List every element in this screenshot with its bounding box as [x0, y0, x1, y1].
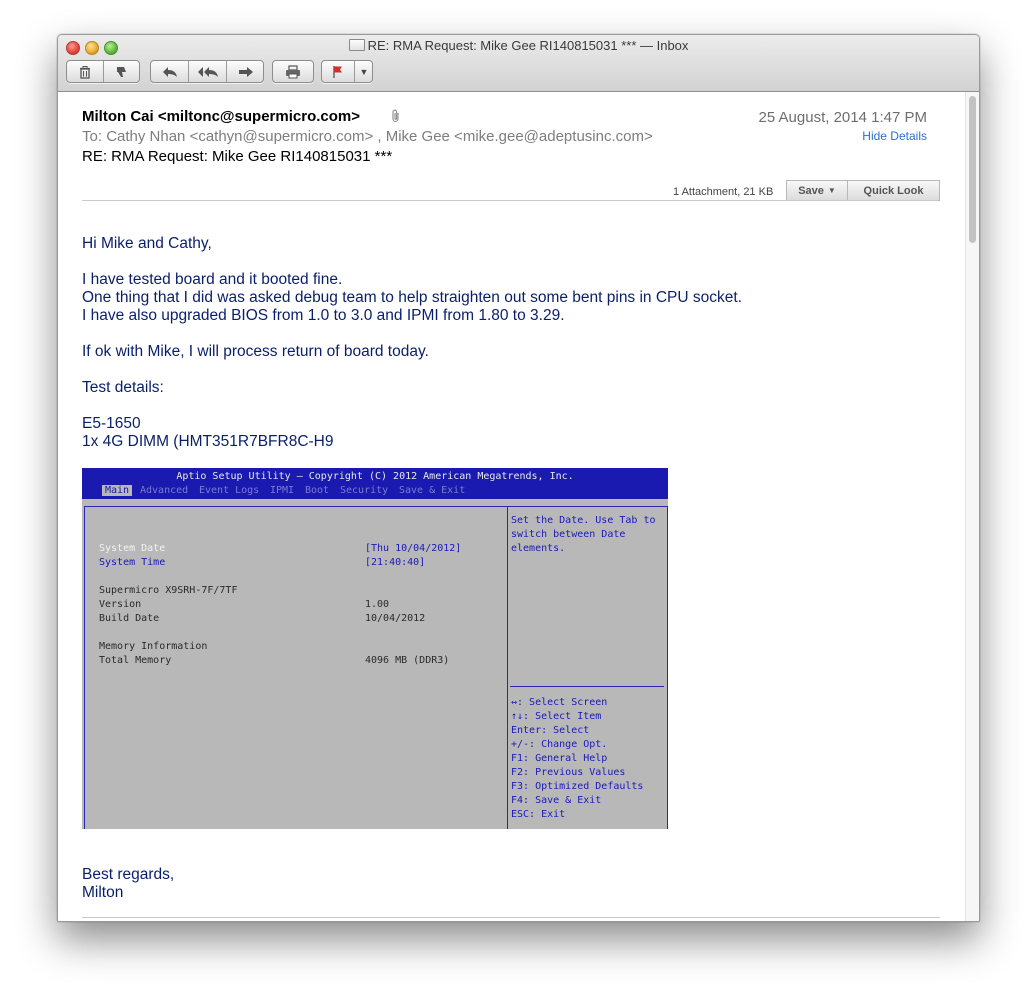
bios-build-date-label: Build Date: [99, 613, 160, 624]
bios-key-hint: F3: Optimized Defaults: [511, 781, 644, 792]
reply-all-button[interactable]: [188, 61, 227, 82]
chevron-down-icon: ▼: [359, 66, 369, 77]
attachment-info: 1 Attachment, 21 KB: [673, 186, 774, 198]
bios-system-time-value: [21:40:40]: [365, 557, 426, 568]
paperclip-icon: [391, 109, 401, 126]
hide-details-link[interactable]: Hide Details: [862, 129, 927, 143]
bios-key-hint: F2: Previous Values: [511, 767, 626, 778]
flag-menu-button[interactable]: ▼: [354, 61, 373, 82]
closing-line-2: Milton: [82, 884, 124, 901]
title-bar: RE: RMA Request: Mike Gee RI140815031 **…: [58, 35, 979, 92]
message-end-divider: [82, 917, 940, 918]
thumbs-down-icon: [117, 66, 126, 77]
delete-junk-group: [66, 60, 140, 83]
bios-key-hint: ESC: Exit: [511, 809, 566, 820]
printer-icon: [286, 64, 300, 78]
bios-menu-security: Security: [340, 485, 389, 496]
body-line-6: E5-1650: [82, 415, 141, 432]
body-line-5: Test details:: [82, 379, 164, 396]
body-line-1: I have tested board and it booted fine.: [82, 271, 343, 288]
bios-menu-ipmi: IPMI: [270, 485, 295, 496]
body-line-2: One thing that I did was asked debug tea…: [82, 289, 742, 306]
header-divider: [82, 200, 938, 201]
mail-window: RE: RMA Request: Mike Gee RI140815031 **…: [57, 34, 980, 922]
junk-button[interactable]: [103, 61, 140, 82]
bios-system-date-label: System Date: [99, 543, 166, 554]
reply-all-icon: [198, 66, 218, 77]
forward-icon: [238, 66, 253, 77]
bios-memory-info: Memory Information: [99, 641, 208, 652]
bios-menu-event-logs: Event Logs: [199, 485, 260, 496]
print-button-inner: [273, 61, 313, 82]
bios-screenshot: Aptio Setup Utility – Copyright (C) 2012…: [82, 468, 668, 829]
bios-help-line: switch between Date: [511, 529, 626, 540]
bios-key-hint: F1: General Help: [511, 753, 608, 764]
envelope-icon: [348, 39, 365, 51]
body-line-3: I have also upgraded BIOS from 1.0 to 3.…: [82, 307, 565, 324]
bios-help-divider: [510, 686, 664, 687]
quick-look-label: Quick Look: [863, 184, 924, 197]
closing-line-1: Best regards,: [82, 866, 175, 883]
bios-help-line: Set the Date. Use Tab to: [511, 515, 656, 526]
bios-key-hint: ↔: Select Screen: [511, 697, 608, 708]
message-subject: RE: RMA Request: Mike Gee RI140815031 **…: [82, 148, 393, 165]
reply-icon: [162, 66, 177, 77]
bios-menu-boot: Boot: [305, 485, 330, 496]
body-line-7: 1x 4G DIMM (HMT351R7BFR8C-H9: [82, 433, 334, 450]
bios-key-hint: Enter: Select: [511, 725, 590, 736]
save-label: Save: [798, 184, 824, 197]
bios-help-line: elements.: [511, 543, 566, 554]
chevron-down-icon: ▼: [827, 186, 836, 195]
bios-divider: [507, 506, 508, 829]
bios-menu-main: Main: [102, 485, 133, 496]
bios-key-hint: +/-: Change Opt.: [511, 739, 608, 750]
flag-icon: [333, 65, 342, 78]
bios-title: Aptio Setup Utility – Copyright (C) 2012…: [176, 471, 574, 482]
window-title: RE: RMA Request: Mike Gee RI140815031 **…: [367, 38, 689, 53]
message-view: Milton Cai <miltonc@supermicro.com> 25 A…: [58, 92, 966, 921]
flag-group: ▼: [321, 60, 373, 83]
bios-key-hint: F4: Save & Exit: [511, 795, 602, 806]
bios-key-hint: ↑↓: Select Item: [511, 711, 602, 722]
bios-board-name: Supermicro X9SRH-7F/7TF: [99, 585, 238, 596]
bios-version-value: 1.00: [365, 599, 390, 610]
reply-button[interactable]: [151, 61, 188, 82]
sender: Milton Cai <miltonc@supermicro.com>: [82, 108, 361, 125]
reply-group: [150, 60, 264, 83]
trash-icon: [80, 65, 90, 79]
forward-button[interactable]: [226, 61, 264, 82]
scroll-thumb[interactable]: [969, 96, 976, 243]
body-line-4: If ok with Mike, I will process return o…: [82, 343, 429, 360]
greeting: Hi Mike and Cathy,: [82, 235, 212, 252]
to-label: To:: [82, 128, 103, 145]
bios-build-date-value: 10/04/2012: [365, 613, 426, 624]
bios-menu-advanced: Advanced: [140, 485, 189, 496]
to-line: To: Cathy Nhan <cathyn@supermicro.com> ,…: [82, 128, 653, 145]
to-recipients[interactable]: Cathy Nhan <cathyn@supermicro.com> , Mik…: [106, 128, 653, 145]
save-attachment-button[interactable]: Save ▼: [786, 180, 848, 201]
message-date: 25 August, 2014 1:47 PM: [758, 109, 927, 126]
bios-menu-save-exit: Save & Exit: [399, 485, 466, 496]
bios-header: Aptio Setup Utility – Copyright (C) 2012…: [82, 468, 668, 499]
bios-total-memory-label: Total Memory: [99, 655, 172, 666]
bios-system-time-label: System Time: [99, 557, 166, 568]
flag-button[interactable]: [322, 61, 354, 82]
window-title-container: RE: RMA Request: Mike Gee RI140815031 **…: [58, 38, 979, 53]
print-button[interactable]: [272, 60, 314, 83]
vertical-scrollbar[interactable]: [965, 92, 979, 921]
delete-button[interactable]: [67, 61, 103, 82]
bios-total-memory-value: 4096 MB (DDR3): [365, 655, 450, 666]
quick-look-button[interactable]: Quick Look: [847, 180, 940, 201]
bios-version-label: Version: [99, 599, 142, 610]
bios-system-date-value: [Thu 10/04/2012]: [365, 543, 462, 554]
